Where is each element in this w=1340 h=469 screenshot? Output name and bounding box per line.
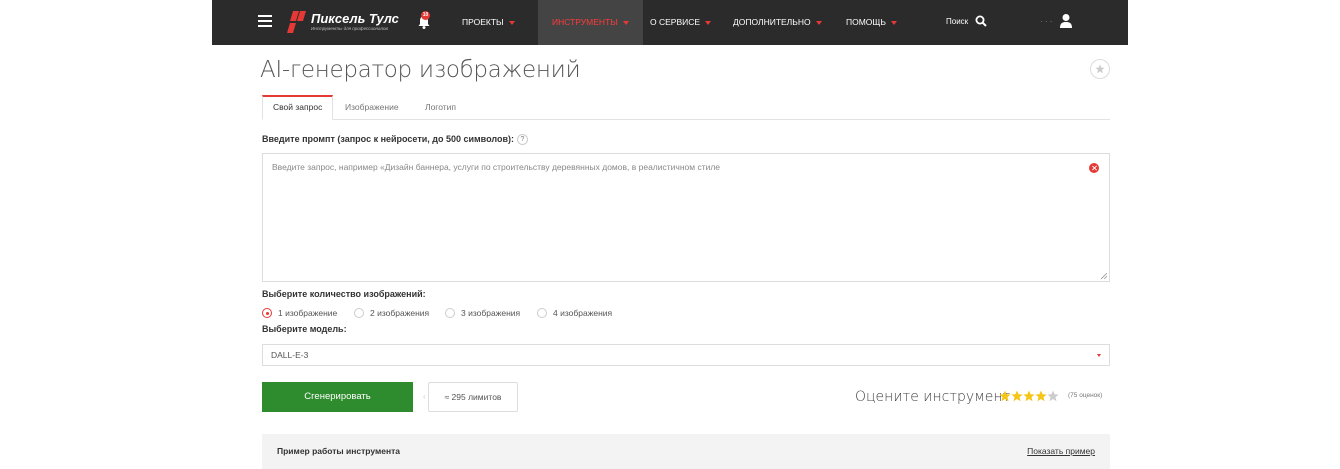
rate-tool-label: Оцените инструмент (855, 389, 1011, 405)
nav-item-label: О СЕРВИСЕ (650, 17, 701, 27)
tab-custom-prompt[interactable]: Свой запрос (262, 95, 334, 120)
nav-item-tools[interactable]: ИНСТРУМЕНТЫ (538, 0, 643, 45)
search-icon[interactable] (975, 15, 987, 27)
chevron-down-icon (705, 20, 712, 25)
nav-item-label: ИНСТРУМЕНТЫ (552, 17, 618, 27)
image-count-label: Выберите количество изображений: (262, 289, 426, 299)
model-select[interactable]: DALL-E-3 (262, 344, 1110, 366)
clear-icon[interactable] (1089, 163, 1099, 173)
site-logo[interactable]: Пиксель Тулс Инструменты для профессиона… (287, 11, 399, 35)
radio-label: 1 изображение (278, 308, 338, 318)
generate-button[interactable]: Сгенерировать (262, 382, 413, 412)
chevron-down-icon (890, 20, 897, 25)
radio-dot (262, 308, 272, 318)
model-label: Выберите модель: (262, 324, 347, 334)
rating-star-icon[interactable] (1011, 390, 1023, 402)
nav-item-about[interactable]: О СЕРВИСЕ (650, 0, 712, 45)
search-label[interactable]: Поиск (946, 17, 968, 26)
logo-mark-icon (287, 11, 306, 33)
chevron-down-icon (1097, 354, 1101, 357)
rating-star-icon[interactable] (1023, 390, 1035, 402)
rating-stars[interactable] (999, 390, 1059, 402)
page-title: AI-генератор изображений (260, 57, 581, 83)
logo-title: Пиксель Тулс (311, 11, 399, 26)
menu-icon[interactable] (258, 15, 272, 27)
prompt-field-container (262, 153, 1110, 282)
nav-item-label: ДОПОЛНИТЕЛЬНО (733, 17, 811, 27)
arrow-left-icon: ‹ (423, 392, 426, 401)
star-icon (1095, 64, 1105, 74)
radio-label: 2 изображения (370, 308, 430, 318)
example-section-bar: Пример работы инструмента Показать приме… (262, 434, 1110, 469)
model-select-value: DALL-E-3 (271, 350, 309, 360)
tab-logo[interactable]: Логотип (425, 95, 456, 120)
logo-subtitle: Инструменты для профессионалов (311, 26, 388, 31)
radio-label: 4 изображения (553, 308, 613, 318)
tool-tabs: Свой запрос Изображение Логотип (262, 95, 1110, 120)
rating-star-icon[interactable] (1047, 390, 1059, 402)
user-name-text: · · · (1040, 17, 1053, 26)
radio-dot (354, 308, 364, 318)
tab-image[interactable]: Изображение (345, 95, 399, 120)
favorite-button[interactable] (1090, 59, 1110, 79)
rating-count: (75 оценок) (1068, 392, 1103, 399)
resize-handle-icon[interactable] (1101, 273, 1107, 279)
user-avatar-icon[interactable] (1060, 13, 1072, 29)
radio-dot (537, 308, 547, 318)
help-icon[interactable]: ? (517, 134, 528, 146)
chevron-down-icon (508, 20, 515, 25)
limits-badge: ≈ 295 лимитов (428, 382, 518, 412)
chevron-down-icon (815, 20, 822, 25)
radio-dot (445, 308, 455, 318)
prompt-label-text: Введите промпт (запрос к нейросети, до 5… (262, 134, 514, 144)
nav-item-label: ПРОЕКТЫ (462, 17, 504, 27)
nav-item-label: ПОМОЩЬ (846, 17, 886, 27)
notification-count-badge: 10 (421, 11, 430, 20)
radio-label: 3 изображения (461, 308, 521, 318)
nav-item-additional[interactable]: ДОПОЛНИТЕЛЬНО (733, 0, 822, 45)
top-navigation-bar: Пиксель Тулс Инструменты для профессиона… (212, 0, 1128, 45)
example-title: Пример работы инструмента (277, 446, 401, 456)
nav-item-projects[interactable]: ПРОЕКТЫ (462, 0, 515, 45)
prompt-label: Введите промпт (запрос к нейросети, до 5… (262, 134, 528, 146)
prompt-textarea[interactable] (263, 154, 1109, 281)
show-example-link[interactable]: Показать пример (1027, 446, 1095, 456)
nav-item-help[interactable]: ПОМОЩЬ (846, 0, 897, 45)
rating-star-icon[interactable] (999, 390, 1011, 402)
chevron-down-icon (622, 20, 629, 25)
rating-star-icon[interactable] (1035, 390, 1047, 402)
